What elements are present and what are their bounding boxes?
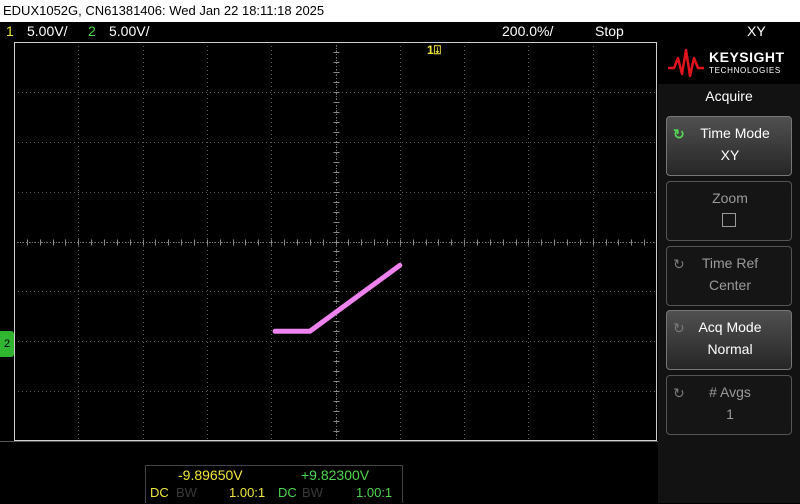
softkey-label: Time Mode xyxy=(700,125,770,141)
ch1-scale[interactable]: 5.00V/ xyxy=(27,22,67,40)
run-state[interactable]: Stop xyxy=(595,22,624,40)
ch1-number[interactable]: 1 xyxy=(6,22,14,40)
ch2-ground-marker[interactable]: 2 xyxy=(0,331,14,357)
softkey-panel: KEYSIGHT TECHNOLOGIES Acquire ↻ Time Mod… xyxy=(658,40,800,503)
ch1-probe[interactable]: 1.00:1 xyxy=(229,485,265,500)
softkey-value: Center xyxy=(708,277,752,293)
ch2-probe[interactable]: 1.00:1 xyxy=(356,485,392,500)
softkey-value: 1 xyxy=(726,406,734,422)
softkey-time-mode[interactable]: ↻ Time Mode XY xyxy=(666,116,792,176)
softkey-value: XY xyxy=(720,147,740,163)
ch1-coupling[interactable]: DC xyxy=(150,485,169,500)
softkey-label: Zoom xyxy=(712,190,748,206)
timebase[interactable]: 200.0%/ xyxy=(502,22,553,40)
menu-title: Acquire xyxy=(705,88,753,104)
grid-lines xyxy=(14,42,657,441)
trigger-marker: 1⍗ xyxy=(427,43,441,57)
status-bar: 1 5.00V/ 2 5.00V/ 200.0%/ Stop XY xyxy=(0,22,800,40)
softkey-acq-mode[interactable]: ↻ Acq Mode Normal xyxy=(666,310,792,370)
channel-measurements: -9.89650V DC BW 1.00:1 +9.82300V DC BW 1… xyxy=(145,465,403,503)
graticule xyxy=(14,42,657,441)
keysight-logo: KEYSIGHT TECHNOLOGIES xyxy=(658,40,800,84)
softkey-label: Acq Mode xyxy=(698,319,762,335)
ch2-value: +9.82300V xyxy=(301,467,370,483)
time-mode-indicator: XY xyxy=(747,23,766,39)
softkey-value: Normal xyxy=(707,341,753,357)
ch1-value: -9.89650V xyxy=(178,467,243,483)
ch2-scale[interactable]: 5.00V/ xyxy=(109,22,149,40)
zoom-checkbox[interactable] xyxy=(722,213,736,227)
ch2-number[interactable]: 2 xyxy=(88,22,96,40)
brand-sub: TECHNOLOGIES xyxy=(709,66,781,75)
softkey-label: Time Ref xyxy=(701,255,759,271)
ch2-coupling[interactable]: DC xyxy=(278,485,297,500)
softkey-num-avgs[interactable]: ↻ # Avgs 1 xyxy=(666,375,792,435)
ch1-bw-limit[interactable]: BW xyxy=(176,485,197,500)
softkey-zoom[interactable]: Zoom xyxy=(666,181,792,241)
keysight-wave-icon xyxy=(668,48,704,78)
ch2-bw-limit[interactable]: BW xyxy=(302,485,323,500)
window-title: EDUX1052G, CN61381406: Wed Jan 22 18:11:… xyxy=(0,0,800,22)
graticule-display[interactable] xyxy=(14,42,657,441)
brand-name: KEYSIGHT xyxy=(709,49,785,65)
softkey-label: # Avgs xyxy=(709,384,751,400)
softkey-time-ref[interactable]: ↻ Time Ref Center xyxy=(666,246,792,306)
